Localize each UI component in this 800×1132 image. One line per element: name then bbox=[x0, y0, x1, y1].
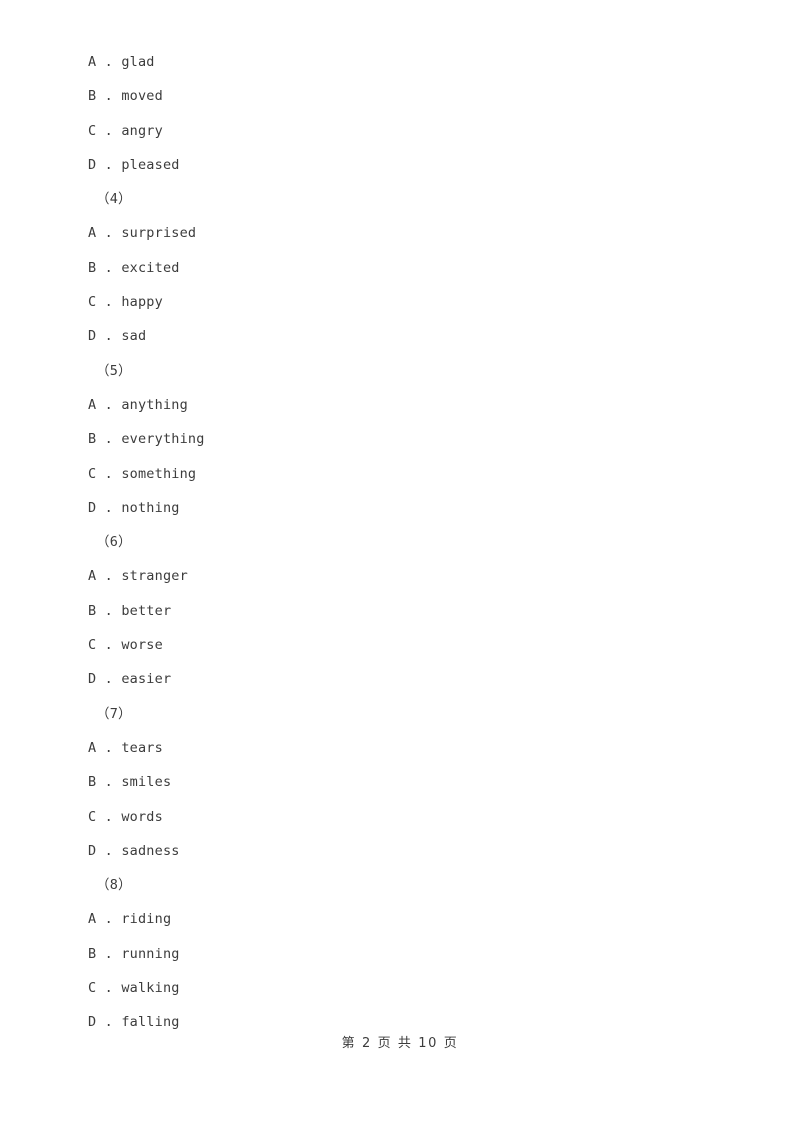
option-text: tears bbox=[121, 739, 163, 756]
option-separator: . bbox=[96, 259, 122, 276]
option-row[interactable]: C . words bbox=[88, 800, 712, 834]
option-text: stranger bbox=[121, 568, 188, 585]
option-row[interactable]: A . glad bbox=[88, 45, 712, 79]
option-text: glad bbox=[121, 54, 155, 70]
option-text: pleased bbox=[121, 156, 180, 173]
option-separator: . bbox=[96, 156, 122, 173]
option-separator: . bbox=[96, 842, 122, 859]
option-text: easier bbox=[121, 671, 172, 688]
option-row[interactable]: A . tears bbox=[88, 731, 712, 765]
option-text: walking bbox=[121, 980, 180, 997]
option-row[interactable]: A . anything bbox=[88, 388, 712, 422]
option-separator: . bbox=[96, 88, 122, 105]
option-row[interactable]: C . worse bbox=[88, 628, 712, 662]
option-separator: . bbox=[96, 945, 122, 962]
option-separator: . bbox=[96, 671, 122, 688]
option-text: everything bbox=[121, 431, 205, 448]
option-row[interactable]: C . angry bbox=[88, 114, 712, 148]
option-text: smiles bbox=[121, 774, 172, 791]
question-number: （4） bbox=[96, 191, 132, 208]
document-page: A . glad B . moved C . angry D . pleased （4）… bbox=[0, 0, 800, 1132]
option-text: moved bbox=[121, 88, 163, 105]
option-separator: . bbox=[96, 637, 122, 654]
question-block: （5） A . anything B . everything C . somethi… bbox=[88, 354, 712, 525]
option-separator: . bbox=[96, 739, 122, 756]
option-separator: . bbox=[96, 396, 122, 413]
option-text: falling bbox=[121, 1014, 180, 1031]
question-block: （6） A . stranger B . better C . worse D . ea… bbox=[88, 525, 712, 696]
question-number: （6） bbox=[96, 534, 132, 551]
option-separator: . bbox=[96, 499, 122, 516]
option-separator: . bbox=[96, 328, 122, 345]
option-text: sadness bbox=[121, 842, 180, 859]
option-row[interactable]: A . riding bbox=[88, 902, 712, 936]
page-number-label: 第 2 页 共 10 页 bbox=[341, 1036, 459, 1051]
option-separator: . bbox=[96, 465, 122, 482]
page-footer: 第 2 页 共 10 页 bbox=[0, 1032, 800, 1051]
option-separator: . bbox=[96, 1014, 122, 1031]
option-row[interactable]: B . excited bbox=[88, 251, 712, 285]
option-separator: . bbox=[96, 54, 122, 70]
option-row[interactable]: D . easier bbox=[88, 662, 712, 696]
option-row[interactable]: D . sadness bbox=[88, 834, 712, 868]
option-text: excited bbox=[121, 259, 180, 276]
option-text: sad bbox=[121, 328, 147, 345]
option-separator: . bbox=[96, 808, 122, 825]
option-text: words bbox=[121, 808, 163, 825]
option-text: happy bbox=[121, 294, 163, 311]
question-block: A . glad B . moved C . angry D . pleased bbox=[88, 45, 712, 182]
option-separator: . bbox=[96, 568, 122, 585]
question-number: （5） bbox=[96, 362, 132, 379]
option-separator: . bbox=[96, 294, 122, 311]
option-text: riding bbox=[121, 911, 172, 928]
question-block: （4） A . surprised B . excited C . happy D . … bbox=[88, 182, 712, 353]
option-separator: . bbox=[96, 122, 122, 139]
option-row[interactable]: B . everything bbox=[88, 422, 712, 456]
option-text: something bbox=[121, 465, 197, 482]
option-row[interactable]: A . surprised bbox=[88, 216, 712, 250]
option-separator: . bbox=[96, 774, 122, 791]
option-row[interactable]: B . moved bbox=[88, 79, 712, 113]
option-separator: . bbox=[96, 980, 122, 997]
option-row[interactable]: C . walking bbox=[88, 971, 712, 1005]
question-number: （8） bbox=[96, 877, 132, 894]
option-row[interactable]: C . something bbox=[88, 457, 712, 491]
question-list: A . glad B . moved C . angry D . pleased （4）… bbox=[88, 45, 712, 1040]
option-text: better bbox=[121, 602, 172, 619]
option-text: running bbox=[121, 945, 180, 962]
question-number: （7） bbox=[96, 705, 132, 722]
option-row[interactable]: D . pleased bbox=[88, 148, 712, 182]
option-separator: . bbox=[96, 225, 122, 242]
option-text: anything bbox=[121, 396, 188, 413]
question-block: （8） A . riding B . running C . walking D . f… bbox=[88, 868, 712, 1039]
option-text: angry bbox=[121, 122, 163, 139]
option-text: nothing bbox=[121, 499, 180, 516]
option-separator: . bbox=[96, 911, 122, 928]
option-row[interactable]: D . nothing bbox=[88, 491, 712, 525]
option-row[interactable]: D . sad bbox=[88, 319, 712, 353]
option-row[interactable]: B . smiles bbox=[88, 765, 712, 799]
option-text: worse bbox=[121, 637, 163, 654]
option-row[interactable]: B . better bbox=[88, 594, 712, 628]
option-text: surprised bbox=[121, 225, 197, 242]
option-row[interactable]: B . running bbox=[88, 937, 712, 971]
question-block: （7） A . tears B . smiles C . words D . sadne… bbox=[88, 697, 712, 868]
option-separator: . bbox=[96, 431, 122, 448]
option-row[interactable]: A . stranger bbox=[88, 559, 712, 593]
option-row[interactable]: C . happy bbox=[88, 285, 712, 319]
option-separator: . bbox=[96, 602, 122, 619]
